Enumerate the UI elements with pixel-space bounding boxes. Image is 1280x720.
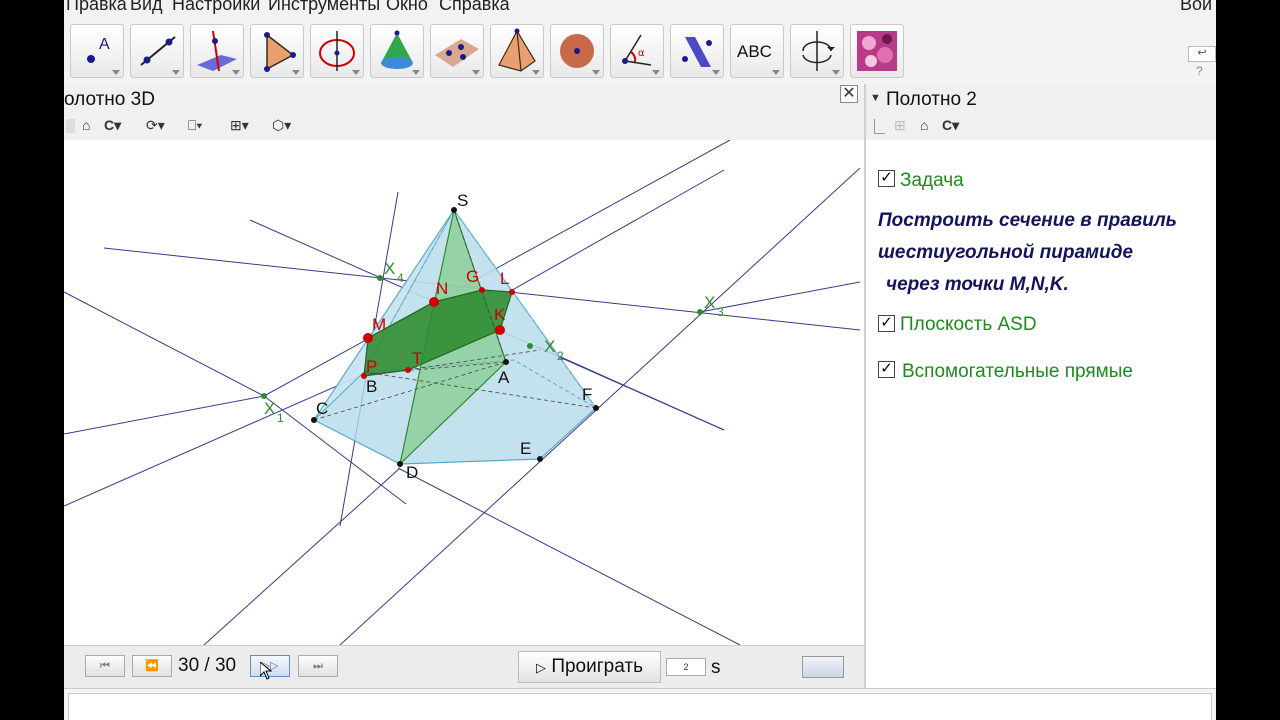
- label-x2: X: [544, 337, 555, 356]
- toolbar: A α ABC ↩ ?: [64, 20, 1216, 84]
- polygon-tool-button[interactable]: [250, 24, 304, 78]
- home-icon[interactable]: ⌂: [920, 117, 928, 133]
- label-k: K: [494, 305, 506, 324]
- label-t: T: [412, 349, 422, 368]
- collapse-arrow-icon[interactable]: ▼: [870, 92, 881, 104]
- svg-text:2: 2: [557, 349, 564, 363]
- label-p: P: [366, 357, 377, 376]
- rotate-view-tool-button[interactable]: [790, 24, 844, 78]
- label-m: M: [372, 315, 386, 334]
- angle-tool-button[interactable]: α: [610, 24, 664, 78]
- label-l: L: [500, 269, 509, 288]
- play-label: Проиграть: [551, 656, 643, 677]
- menu-settings[interactable]: Настройки: [172, 0, 260, 15]
- view3d-header: олотно 3D: [64, 86, 864, 114]
- speed-input[interactable]: 2: [666, 658, 706, 676]
- task-text-line-2: шестиугольной пирамиде: [878, 242, 1134, 263]
- panel2-header: ▼ Полотно 2: [866, 86, 1216, 114]
- net-tool-button[interactable]: [430, 24, 484, 78]
- mouse-cursor-icon: [260, 662, 272, 680]
- play-icon: ▷: [536, 660, 547, 675]
- input-bar: [64, 688, 1216, 720]
- svg-text:3: 3: [717, 305, 724, 319]
- line-tool-button[interactable]: [130, 24, 184, 78]
- previous-step-button[interactable]: ⏪: [132, 655, 172, 677]
- view3d-title: олотно 3D: [64, 89, 155, 110]
- label-x1: X: [264, 399, 275, 418]
- grid-toggle-icon[interactable]: ⊞: [894, 117, 906, 134]
- view3d-style-bar: ⌂ C▾ ⟳▾ ⎕▾ ⊞▾ ⬡▾: [64, 114, 864, 141]
- menu-edit[interactable]: Правка: [66, 0, 127, 15]
- undo-button[interactable]: ↩: [1188, 46, 1216, 62]
- label-d: D: [406, 463, 418, 482]
- animation-bar: ⏮ ⏪ 30 / 30 ▷▷ ⏭ ▷ Проиграть 2 s: [64, 645, 864, 688]
- last-step-button[interactable]: ⏭: [298, 655, 338, 677]
- menu-window[interactable]: Окно: [386, 0, 428, 15]
- plane-asd-checkbox-label: Плоскость ASD: [900, 314, 1037, 335]
- menu-help[interactable]: Справка: [439, 0, 510, 15]
- projection-icon[interactable]: ⬡▾: [272, 117, 291, 134]
- rotate-view-icon[interactable]: ⟳▾: [146, 117, 165, 134]
- geometry-3d-drawing: S N G L K M P T B A C D E F X 4 X 3 X 2: [64, 139, 861, 646]
- image-tool-button[interactable]: [850, 24, 904, 78]
- grid-icon[interactable]: ⊞▾: [230, 117, 249, 134]
- geogebra-window: Правка Вид Настройки Инструменты Окно Сп…: [64, 0, 1216, 720]
- svg-text:ABC: ABC: [737, 42, 772, 61]
- svg-text:4: 4: [397, 271, 404, 285]
- plane-asd-checkbox[interactable]: ✓: [878, 315, 895, 332]
- circle-tool-button[interactable]: [310, 24, 364, 78]
- text-tool-button[interactable]: ABC: [730, 24, 784, 78]
- animation-properties-button[interactable]: [802, 656, 844, 678]
- panel2-title: Полотно 2: [886, 89, 977, 110]
- panel2-style-bar: ⊞ ⌂ C▾: [866, 114, 1216, 141]
- menu-tools[interactable]: Инструменты: [268, 0, 380, 15]
- speed-unit: s: [711, 657, 721, 678]
- toggle-style-bar[interactable]: [66, 119, 75, 133]
- standard-view-icon[interactable]: C▾: [104, 117, 121, 134]
- axes-icon[interactable]: ⎕▾: [188, 117, 202, 134]
- label-b: B: [366, 377, 377, 396]
- label-a: A: [498, 368, 510, 387]
- menu-view[interactable]: Вид: [130, 0, 163, 15]
- first-step-button[interactable]: ⏮: [85, 655, 125, 677]
- image-icon: [857, 31, 897, 71]
- task-text-line-3: через точки M,N,K.: [886, 274, 1069, 295]
- svg-text:A: A: [99, 36, 110, 53]
- play-button[interactable]: ▷ Проиграть: [518, 651, 661, 683]
- label-s: S: [457, 191, 468, 210]
- auxiliary-lines-checkbox-label: Вспомогательные прямые: [902, 361, 1133, 382]
- close-view3d-button[interactable]: ✕: [840, 85, 858, 103]
- svg-text:α: α: [638, 48, 645, 59]
- label-x4: X: [384, 259, 395, 278]
- axes-toggle-icon[interactable]: [874, 119, 885, 134]
- task-text-line-1: Построить сечение в правиль: [878, 210, 1177, 231]
- frame-counter: 30 / 30: [178, 655, 237, 676]
- label-e: E: [520, 439, 531, 458]
- task-checkbox[interactable]: ✓: [878, 170, 895, 187]
- cone-tool-button[interactable]: [370, 24, 424, 78]
- sign-in-link[interactable]: Вой: [1180, 0, 1212, 15]
- svg-text:1: 1: [277, 411, 284, 425]
- standard-view-icon[interactable]: C▾: [942, 117, 959, 134]
- command-input[interactable]: [68, 693, 1212, 720]
- home-icon[interactable]: ⌂: [82, 117, 90, 133]
- task-checkbox-label: Задача: [900, 170, 964, 191]
- label-x3: X: [704, 293, 715, 312]
- sphere-tool-button[interactable]: [550, 24, 604, 78]
- label-c: C: [316, 399, 328, 418]
- pyramid-tool-button[interactable]: [490, 24, 544, 78]
- view3d-canvas[interactable]: S N G L K M P T B A C D E F X 4 X 3 X 2: [64, 139, 864, 646]
- panel2-canvas: ✓ Задача Построить сечение в правиль шес…: [866, 140, 1216, 688]
- label-f: F: [582, 385, 592, 404]
- menu-bar: Правка Вид Настройки Инструменты Окно Сп…: [64, 0, 1216, 20]
- auxiliary-lines-checkbox[interactable]: ✓: [878, 361, 895, 378]
- reflect-tool-button[interactable]: [670, 24, 724, 78]
- label-g: G: [466, 267, 479, 286]
- point-tool-button[interactable]: A: [70, 24, 124, 78]
- perpendicular-tool-button[interactable]: [190, 24, 244, 78]
- help-icon[interactable]: ?: [1196, 64, 1203, 78]
- label-n: N: [436, 279, 448, 298]
